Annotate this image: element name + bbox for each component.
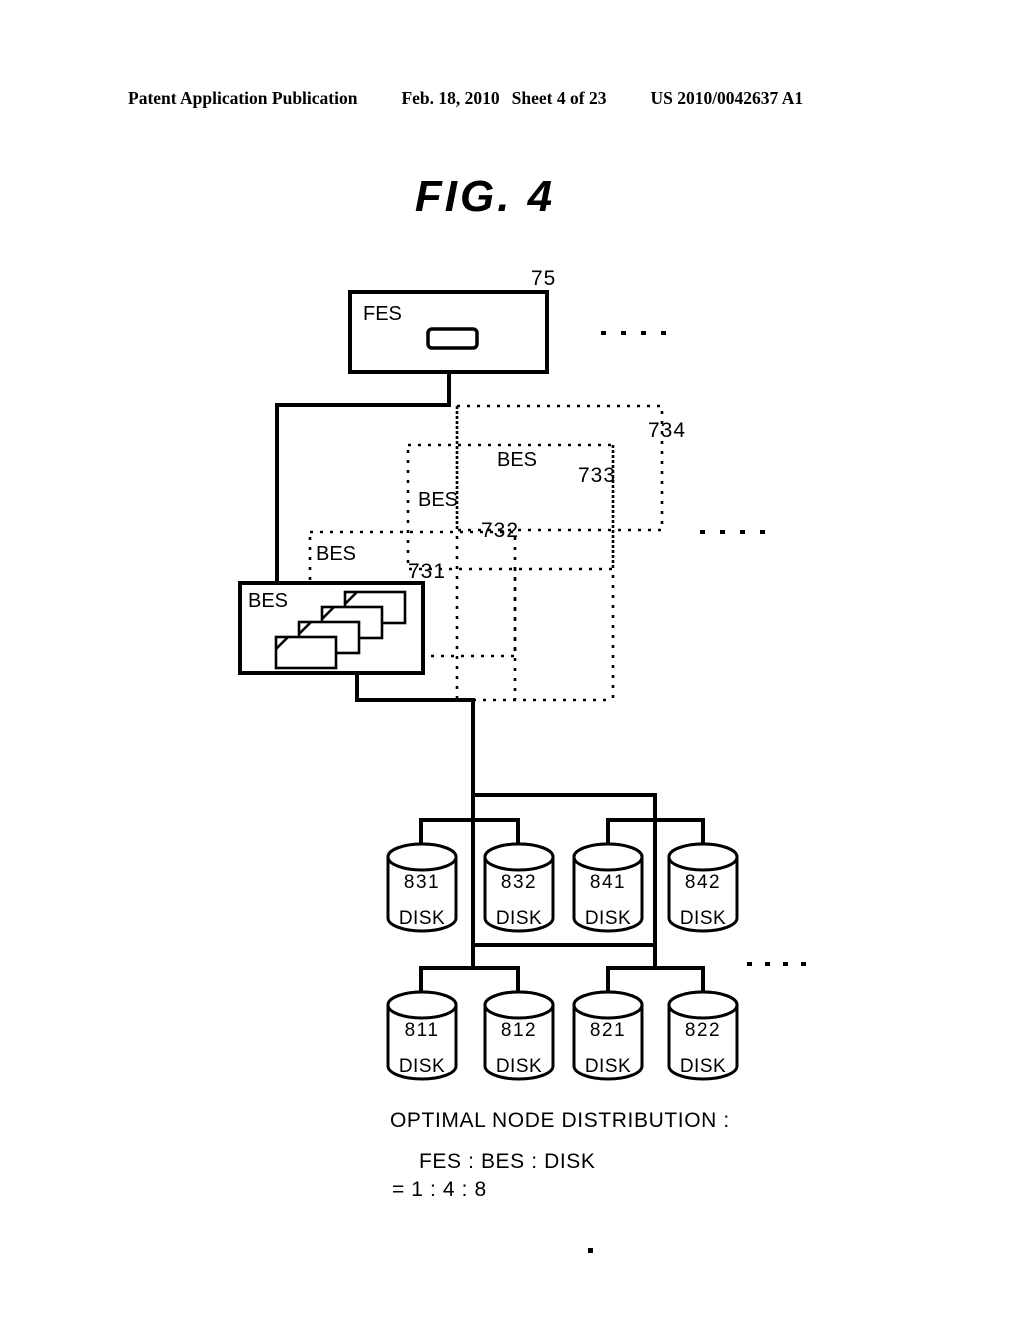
disk-822: 822 DISK bbox=[667, 990, 739, 1081]
disk-812: 812 DISK bbox=[483, 990, 555, 1081]
bes-ref-732: 732 bbox=[481, 519, 519, 542]
bes-box-734 bbox=[455, 404, 664, 532]
bes-row-ellipsis bbox=[700, 530, 765, 534]
fes-inner-module bbox=[426, 327, 479, 350]
disk-row-bottom: 811 DISK 812 DISK 821 DISK 822 DISK bbox=[386, 990, 739, 1081]
disk-842-id: 842 bbox=[685, 872, 721, 893]
disk-832-word: DISK bbox=[496, 908, 542, 929]
disk-812-id: 812 bbox=[501, 1020, 537, 1041]
disk-821-id: 821 bbox=[590, 1020, 626, 1041]
fes-label: FES bbox=[363, 303, 402, 325]
disk-842: 842 DISK bbox=[667, 842, 739, 933]
disk-821: 821 DISK bbox=[572, 990, 644, 1081]
bes-node-731-group: BES 731 bbox=[238, 560, 446, 675]
disk-831: 831 DISK bbox=[386, 842, 458, 933]
disk-831-id: 831 bbox=[404, 872, 440, 893]
disk-812-word: DISK bbox=[496, 1056, 542, 1077]
disk-811-word: DISK bbox=[399, 1056, 445, 1077]
disk-821-word: DISK bbox=[585, 1056, 631, 1077]
bes-to-disk-bus bbox=[355, 671, 657, 842]
fes-row-ellipsis bbox=[601, 331, 666, 335]
caption-line-1: OPTIMAL NODE DISTRIBUTION : bbox=[390, 1109, 730, 1132]
disk-row-top: 831 DISK 832 DISK 841 DISK 842 DISK bbox=[386, 842, 739, 933]
bes-label-732: BES bbox=[316, 543, 356, 565]
fes-node-group: FES 75 bbox=[348, 267, 556, 374]
bes-label-734: BES bbox=[497, 449, 537, 471]
disk-row-top-branches bbox=[419, 818, 705, 858]
caption-line-3: = 1 : 4 : 8 bbox=[392, 1178, 487, 1201]
bes-node-734-group: BES 734 bbox=[455, 404, 686, 532]
disk-row-ellipsis bbox=[747, 962, 806, 966]
bes-label-733: BES bbox=[418, 489, 458, 511]
disk-841-word: DISK bbox=[585, 908, 631, 929]
disk-811-id: 811 bbox=[405, 1020, 440, 1041]
bes-ref-731: 731 bbox=[408, 560, 446, 583]
figure-4-diagram: FES 75 BES 734 BES 733 BES 732 BES 731 8… bbox=[238, 267, 806, 1253]
disk-841: 841 DISK bbox=[572, 842, 644, 933]
disk-832-id: 832 bbox=[501, 872, 537, 893]
patent-page: Patent Application Publication Feb. 18, … bbox=[0, 0, 1024, 1320]
bes-ref-734: 734 bbox=[648, 419, 686, 442]
figure-caption: OPTIMAL NODE DISTRIBUTION : FES : BES : … bbox=[390, 1109, 730, 1201]
bes-ref-733: 733 bbox=[578, 464, 616, 487]
disk-822-id: 822 bbox=[685, 1020, 721, 1041]
disk-822-word: DISK bbox=[680, 1056, 726, 1077]
disk-811: 811 DISK bbox=[386, 990, 458, 1081]
fes-ref-75: 75 bbox=[531, 267, 556, 290]
disk-842-word: DISK bbox=[680, 908, 726, 929]
disk-832: 832 DISK bbox=[483, 842, 555, 933]
disk-831-word: DISK bbox=[399, 908, 445, 929]
page-bottom-mark bbox=[588, 1248, 593, 1253]
caption-line-2: FES : BES : DISK bbox=[419, 1150, 595, 1173]
bes-inner-volume-1 bbox=[274, 635, 338, 670]
disk-row-bottom-branches bbox=[419, 943, 705, 1006]
fes-to-bes-bus bbox=[275, 370, 451, 585]
disk-841-id: 841 bbox=[590, 872, 626, 893]
bes-label-731: BES bbox=[248, 590, 288, 612]
